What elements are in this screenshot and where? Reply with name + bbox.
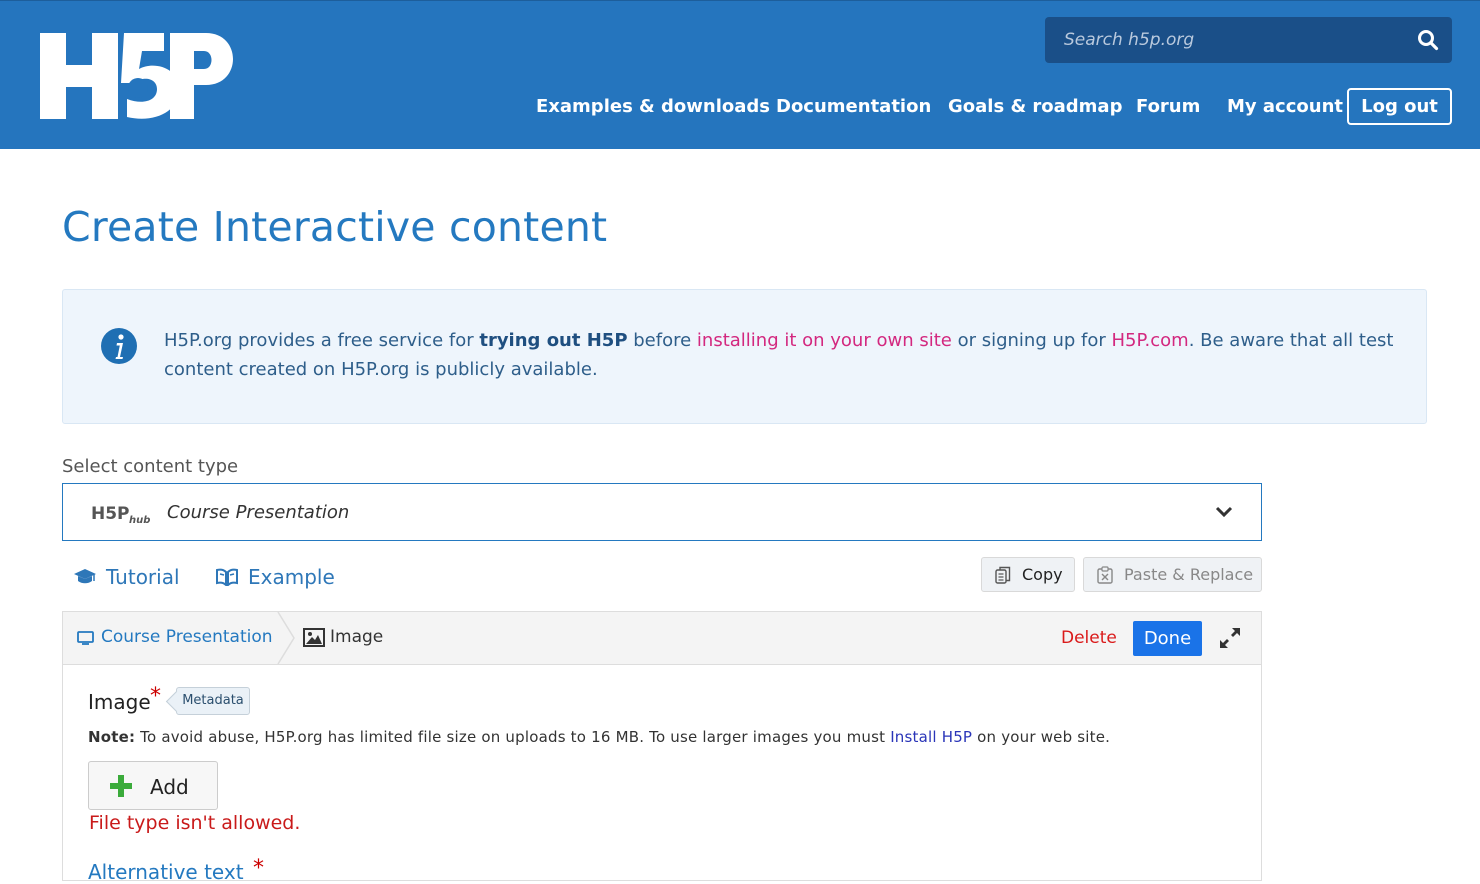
image-field-label: Image (88, 690, 151, 714)
tutorial-label: Tutorial (106, 565, 180, 589)
logout-button[interactable]: Log out (1347, 88, 1452, 125)
content-type-selector[interactable]: H5P hub Course Presentation (62, 483, 1262, 541)
info-bold: trying out H5P (479, 330, 628, 351)
file-type-error: File type isn't allowed. (89, 812, 301, 834)
required-mark: * (253, 856, 264, 881)
h5p-com-link[interactable]: H5P.com (1112, 330, 1189, 351)
nav-documentation[interactable]: Documentation (776, 87, 931, 127)
note-text: To avoid abuse, H5P.org has limited file… (135, 728, 891, 746)
h5p-hub-logo: H5P hub (91, 504, 150, 525)
search-box (1045, 17, 1452, 63)
nav-forum[interactable]: Forum (1136, 87, 1200, 127)
fullscreen-icon[interactable] (1219, 627, 1241, 649)
clipboard-x-icon (1097, 566, 1113, 584)
done-button[interactable]: Done (1133, 621, 1202, 656)
info-text-part: before (627, 330, 697, 351)
install-h5p-link[interactable]: Install H5P (890, 728, 972, 746)
image-icon (303, 628, 325, 647)
selected-content-type: Course Presentation (167, 502, 350, 523)
info-text: H5P.org provides a free service for tryi… (164, 326, 1394, 384)
paste-replace-label: Paste & Replace (1124, 565, 1254, 584)
info-icon (101, 328, 137, 364)
search-input[interactable] (1045, 17, 1405, 63)
h5p-logo[interactable] (40, 33, 236, 121)
info-text-part: or signing up for (951, 330, 1112, 351)
copy-label: Copy (1022, 565, 1063, 584)
copy-icon (995, 566, 1011, 584)
site-header: Examples & downloads Documentation Goals… (0, 0, 1480, 149)
metadata-label: Metadata (182, 693, 244, 708)
page-title: Create Interactive content (62, 203, 608, 251)
add-label: Add (150, 775, 189, 799)
delete-button[interactable]: Delete (1061, 628, 1117, 648)
breadcrumb-label: Course Presentation (101, 627, 273, 647)
alternative-text-label: Alternative text (88, 860, 244, 884)
metadata-button[interactable]: Metadata (176, 687, 250, 715)
upload-note: Note: To avoid abuse, H5P.org has limite… (88, 728, 1110, 746)
open-book-icon (216, 568, 238, 586)
info-box: H5P.org provides a free service for tryi… (62, 289, 1427, 424)
svg-text:hub: hub (129, 515, 150, 525)
plus-icon (110, 775, 132, 797)
editor-panel: Course Presentation Image Delete Done Im… (62, 611, 1262, 884)
graduation-cap-icon (74, 569, 96, 584)
monitor-icon (77, 631, 94, 645)
nav-my-account[interactable]: My account (1227, 87, 1343, 127)
editor-breadcrumb-bar: Course Presentation Image Delete Done (63, 612, 1261, 665)
install-link[interactable]: installing it on your own site (697, 330, 952, 351)
note-end: on your web site. (972, 728, 1111, 746)
chevron-down-icon (1215, 506, 1233, 518)
search-icon[interactable] (1416, 28, 1440, 52)
add-image-button[interactable]: Add (88, 761, 218, 810)
select-content-type-label: Select content type (62, 456, 239, 477)
breadcrumb-separator (277, 612, 295, 664)
nav-examples-downloads[interactable]: Examples & downloads (536, 87, 770, 127)
required-mark: * (150, 684, 161, 709)
copy-button[interactable]: Copy (981, 557, 1075, 592)
example-label: Example (248, 565, 335, 589)
info-text-part: H5P.org provides a free service for (164, 330, 480, 351)
paste-replace-button[interactable]: Paste & Replace (1083, 557, 1262, 592)
note-label: Note: (88, 728, 136, 746)
breadcrumb-label: Image (330, 627, 384, 647)
svg-text:H5P: H5P (91, 504, 130, 524)
nav-goals-roadmap[interactable]: Goals & roadmap (948, 87, 1122, 127)
